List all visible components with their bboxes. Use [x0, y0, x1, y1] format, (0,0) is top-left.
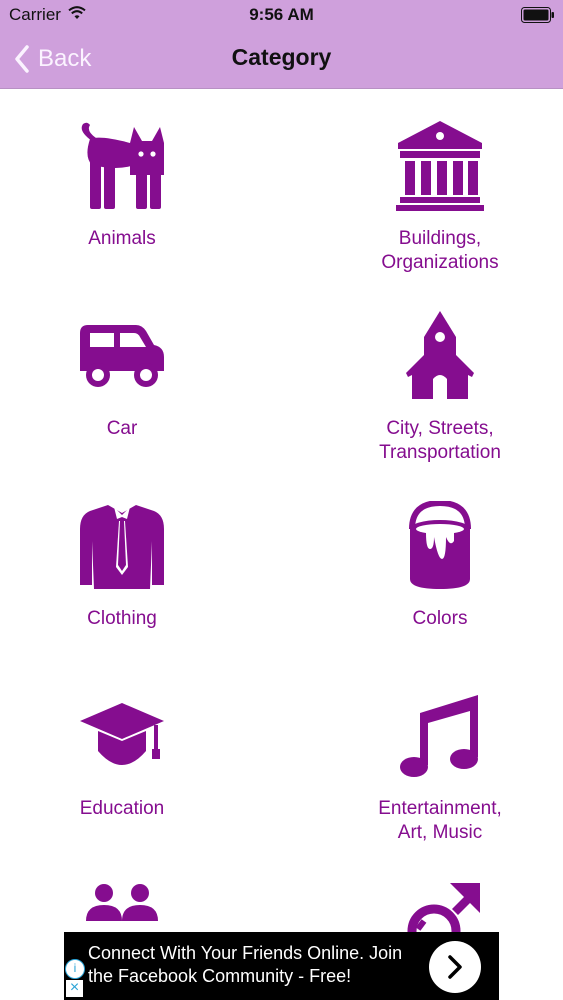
people-icon [86, 884, 158, 921]
category-label: Entertainment, Art, Music [378, 798, 502, 843]
category-label: Clothing [87, 608, 157, 629]
ad-arrow-button[interactable] [429, 941, 481, 993]
ad-text: Connect With Your Friends Online. Join t… [88, 943, 403, 986]
navigation-bar: Back Category [0, 30, 563, 89]
category-label: City, Streets, Transportation [379, 418, 501, 463]
ad-banner[interactable]: Connect With Your Friends Online. Join t… [64, 932, 499, 1000]
category-grid: Animals Buildings, Organizations Car Cit… [0, 89, 563, 932]
status-bar: Carrier 9:56 AM [0, 0, 563, 30]
jacket-icon [80, 505, 164, 589]
category-label: Animals [88, 228, 156, 249]
church-icon [406, 311, 474, 399]
category-label: Buildings, Organizations [381, 228, 499, 273]
paint-bucket-icon [409, 501, 471, 589]
category-label: Education [79, 798, 165, 819]
building-icon [396, 121, 484, 211]
gender-icon [407, 883, 480, 932]
ad-close-icon[interactable]: × [66, 980, 83, 997]
graduation-cap-icon [80, 703, 164, 765]
ad-info-icon[interactable]: i [65, 959, 85, 979]
clock: 9:56 AM [249, 5, 314, 24]
category-label: Car [106, 418, 138, 439]
car-icon [80, 325, 164, 387]
battery-icon [521, 7, 555, 28]
chevron-right-icon [448, 955, 462, 979]
category-label: Colors [412, 608, 468, 629]
cat-icon [81, 122, 164, 209]
page-title: Category [231, 44, 332, 70]
music-note-icon [400, 695, 478, 777]
